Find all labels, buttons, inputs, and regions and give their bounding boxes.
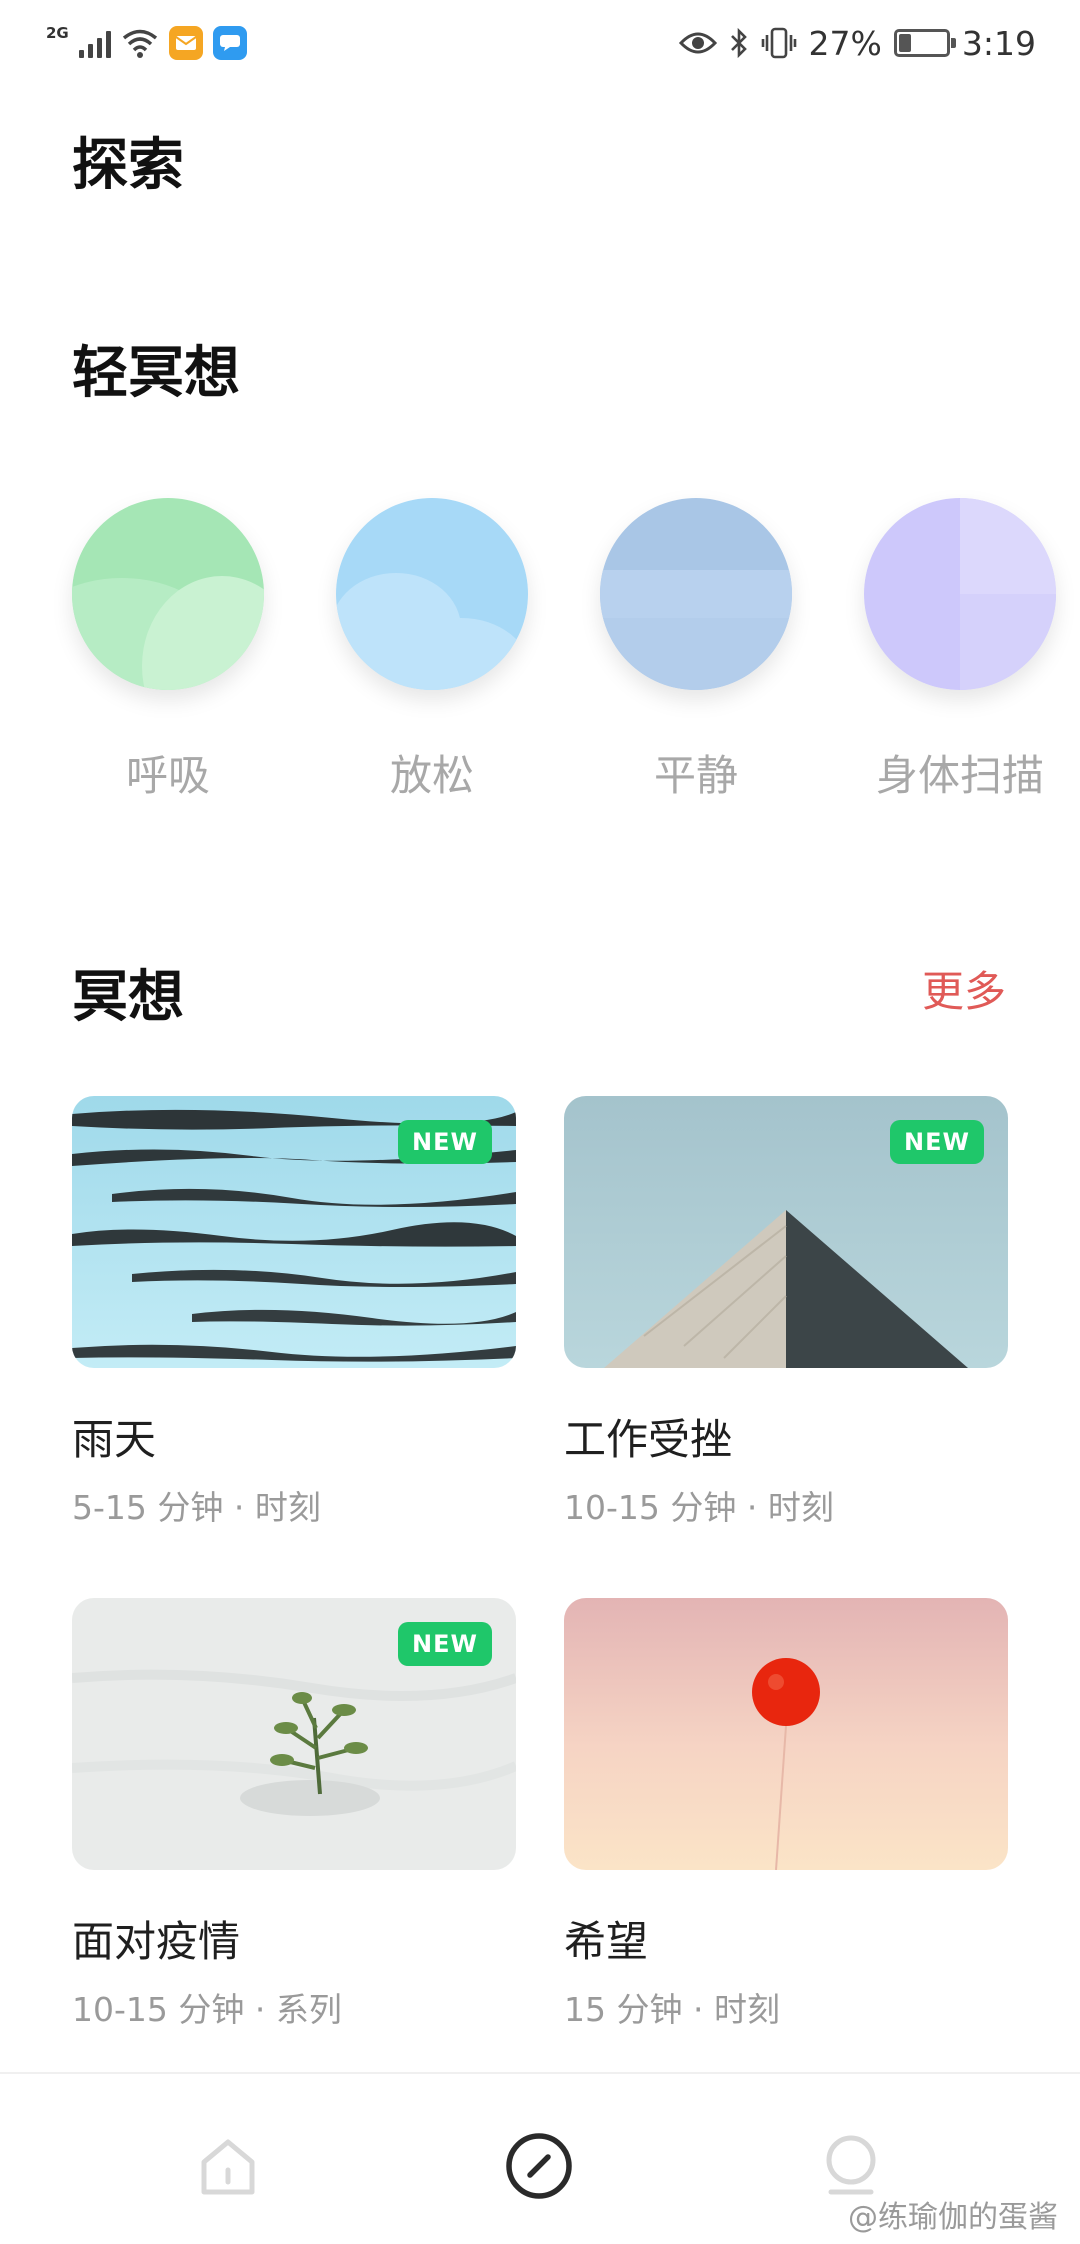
eye-icon	[678, 32, 717, 54]
light-meditation-item-body-scan[interactable]: 身体扫描	[860, 498, 1060, 803]
signal-icon	[78, 28, 111, 58]
status-bar-left: 2G	[46, 18, 247, 68]
page-title: 探索	[72, 133, 184, 198]
clock: 3:19	[961, 23, 1036, 63]
new-badge: NEW	[890, 1120, 984, 1164]
card-title: 希望	[564, 1917, 649, 1966]
card-title: 工作受挫	[564, 1415, 733, 1464]
light-meditation-title: 轻冥想	[72, 341, 240, 406]
body-scan-thumbnail	[864, 498, 1056, 690]
card-meta: 10-15 分钟 · 时刻	[564, 1488, 834, 1527]
calm-thumbnail	[600, 498, 792, 690]
light-meditation-item-relax[interactable]: 放松	[332, 498, 532, 803]
nav-home[interactable]	[188, 2126, 268, 2206]
epidemic-image: NEW	[72, 1598, 516, 1870]
battery-icon	[893, 29, 956, 57]
rainy-day-image: NEW	[72, 1096, 516, 1368]
card-meta: 5-15 分钟 · 时刻	[72, 1488, 321, 1527]
network-type: 2G	[46, 24, 69, 42]
meditation-card-epidemic[interactable]: NEW 面对疫情 10-15 分钟 · 系列	[72, 1598, 516, 2031]
nav-explore[interactable]	[499, 2126, 579, 2206]
light-meditation-label: 放松	[389, 751, 474, 800]
light-meditation-label: 身体扫描	[875, 751, 1044, 800]
compass-icon	[506, 2133, 572, 2199]
wifi-icon	[122, 29, 157, 58]
light-meditation-label: 平静	[653, 751, 738, 800]
mail-app-icon	[168, 26, 203, 60]
card-meta: 10-15 分钟 · 系列	[72, 1990, 342, 2029]
card-meta: 15 分钟 · 时刻	[564, 1990, 780, 2029]
bluetooth-icon	[730, 27, 747, 59]
status-bar-right: 27% 3:19	[678, 18, 1036, 68]
vibrate-icon	[761, 27, 796, 59]
battery-percent: 27%	[808, 23, 882, 63]
light-meditation-label: 呼吸	[125, 751, 210, 800]
more-link[interactable]: 更多	[922, 958, 1006, 1019]
meditation-title: 冥想	[72, 965, 184, 1030]
meditation-card-rainy-day[interactable]: NEW 雨天 5-15 分钟 · 时刻	[72, 1096, 516, 1529]
relax-thumbnail	[336, 498, 528, 690]
status-bar: 2G 27% 3:19	[0, 0, 1080, 86]
work-setback-image: NEW	[564, 1096, 1008, 1368]
new-badge: NEW	[398, 1120, 492, 1164]
card-title: 雨天	[72, 1415, 157, 1464]
new-badge: NEW	[398, 1622, 492, 1666]
card-title: 面对疫情	[72, 1917, 241, 1966]
breathe-thumbnail	[72, 498, 264, 690]
light-meditation-item-breathe[interactable]: 呼吸	[68, 498, 268, 803]
bottom-nav: @练瑜伽的蛋酱	[0, 2072, 1080, 2244]
home-icon	[201, 2139, 255, 2195]
meditation-card-hope[interactable]: 希望 15 分钟 · 时刻	[564, 1598, 1008, 2031]
light-meditation-item-calm[interactable]: 平静	[596, 498, 796, 803]
watermark: @练瑜伽的蛋酱	[848, 2200, 1058, 2235]
profile-icon	[826, 2135, 876, 2195]
battery-fill	[898, 34, 911, 52]
chat-app-icon	[212, 26, 247, 60]
hope-image	[564, 1598, 1008, 1870]
meditation-card-work-setback[interactable]: NEW 工作受挫 10-15 分钟 · 时刻	[564, 1096, 1008, 1529]
